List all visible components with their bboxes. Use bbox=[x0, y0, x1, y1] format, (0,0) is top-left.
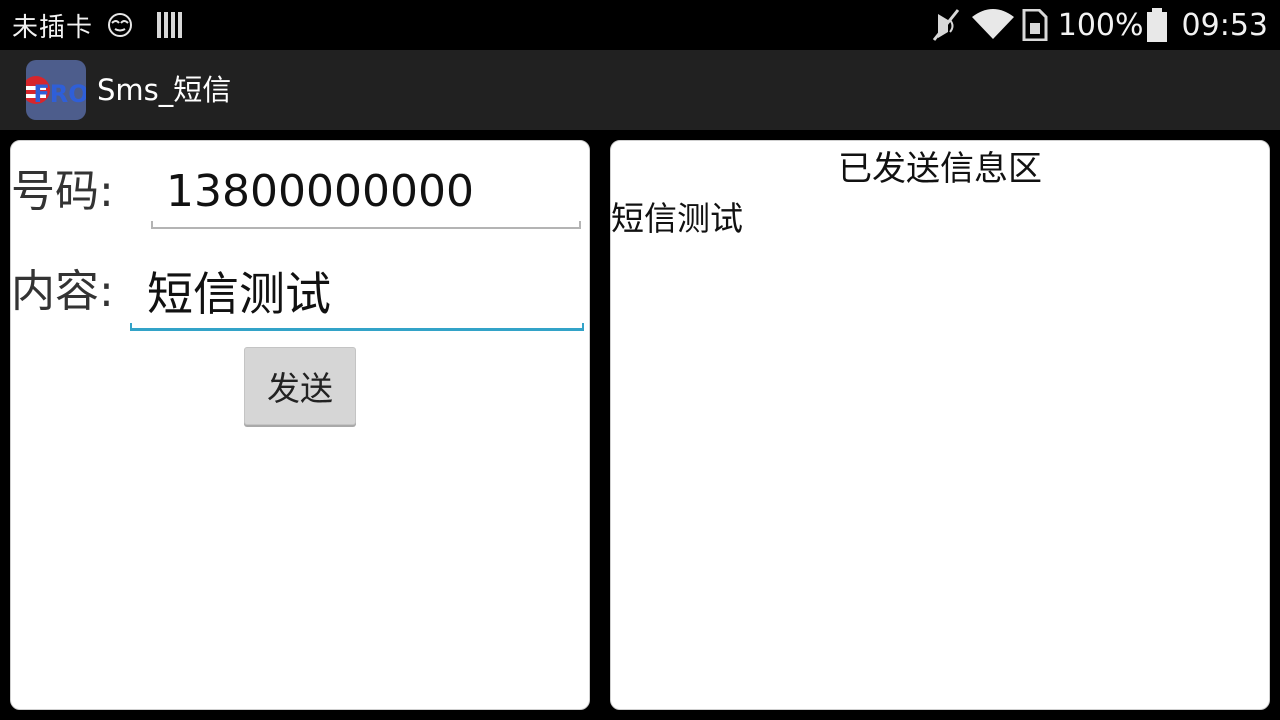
phone-number-input[interactable] bbox=[166, 163, 576, 219]
app-title: Sms_短信 bbox=[97, 73, 232, 107]
status-bar-right: 100% 09:53 bbox=[930, 6, 1268, 44]
status-bar: 未插卡 100% 09:53 bbox=[0, 0, 1280, 50]
mute-icon bbox=[930, 8, 962, 42]
compose-panel: 号码: 内容: 发送 bbox=[10, 140, 590, 710]
content-label: 内容: bbox=[11, 266, 114, 317]
app-icon[interactable]: FRO bbox=[22, 60, 89, 120]
message-content-input[interactable] bbox=[147, 261, 577, 321]
app-icon-text: FRO bbox=[33, 80, 86, 108]
action-bar: FRO Sms_短信 bbox=[0, 50, 1280, 130]
sent-area-title: 已发送信息区 bbox=[838, 149, 1042, 189]
sent-messages-panel: 已发送信息区 短信测试 bbox=[610, 140, 1270, 710]
face-icon bbox=[107, 12, 133, 38]
signal-bars-icon bbox=[157, 11, 183, 39]
phone-number-underline bbox=[151, 221, 581, 229]
message-content-underline bbox=[130, 323, 584, 331]
carrier-label: 未插卡 bbox=[12, 12, 94, 43]
wifi-icon bbox=[971, 9, 1014, 41]
battery-percentage: 100% bbox=[1057, 7, 1144, 43]
clock: 09:53 bbox=[1181, 7, 1268, 43]
number-label: 号码: bbox=[11, 166, 114, 217]
sim-card-icon bbox=[1022, 9, 1048, 41]
status-bar-left: 未插卡 bbox=[12, 8, 183, 43]
sent-message-item: 短信测试 bbox=[611, 199, 743, 238]
battery-icon bbox=[1146, 8, 1168, 42]
send-button[interactable]: 发送 bbox=[244, 347, 356, 425]
